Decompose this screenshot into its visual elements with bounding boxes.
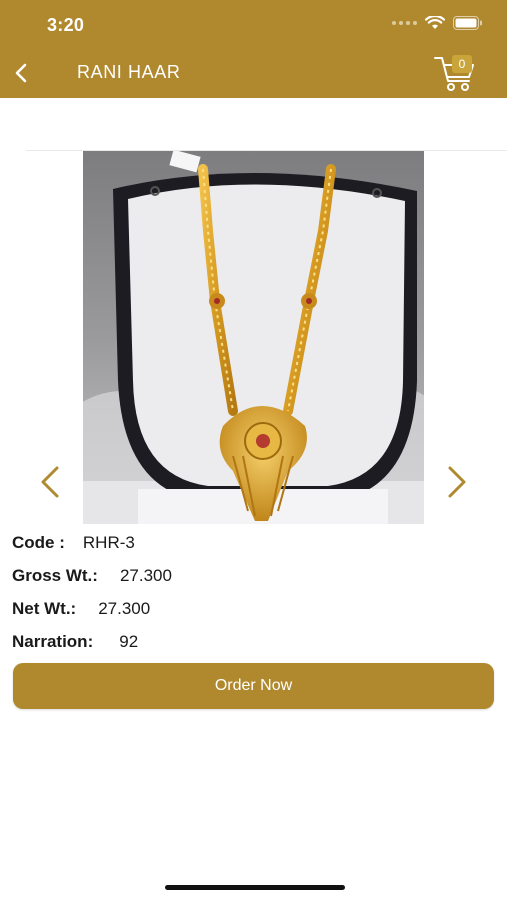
wifi-icon	[425, 16, 445, 30]
chevron-left-icon	[41, 466, 59, 498]
product-image	[83, 151, 424, 524]
home-indicator[interactable]	[165, 885, 345, 890]
battery-icon	[453, 16, 483, 30]
gross-weight-value: 27.300	[119, 566, 172, 585]
status-icons	[392, 16, 483, 30]
status-time: 3:20	[47, 15, 85, 35]
net-weight-row: Net Wt.: 27.300	[12, 599, 150, 619]
order-now-button[interactable]: Order Now	[13, 663, 494, 709]
gross-weight-label: Gross Wt.:	[12, 566, 98, 585]
code-row: Code : RHR-3	[12, 533, 135, 553]
cart-count-badge: 0	[452, 55, 472, 73]
signal-icon	[392, 21, 417, 25]
gross-weight-row: Gross Wt.: 27.300	[12, 566, 172, 586]
net-weight-value: 27.300	[98, 599, 151, 618]
narration-row: Narration: 92	[12, 632, 138, 652]
code-label: Code :	[12, 533, 65, 552]
narration-label: Narration:	[12, 632, 94, 651]
back-button[interactable]	[8, 58, 38, 88]
code-value: RHR-3	[82, 533, 135, 552]
app-header: 3:20 RANI HAAR 0	[0, 0, 507, 98]
net-weight-label: Net Wt.:	[12, 599, 77, 618]
next-image-button[interactable]	[442, 462, 470, 502]
narration-value: 92	[119, 632, 139, 651]
chevron-right-icon	[448, 466, 466, 498]
previous-image-button[interactable]	[37, 462, 65, 502]
cart-button[interactable]: 0	[433, 54, 477, 94]
page-title: RANI HAAR	[77, 62, 181, 82]
chevron-left-icon	[15, 63, 27, 83]
